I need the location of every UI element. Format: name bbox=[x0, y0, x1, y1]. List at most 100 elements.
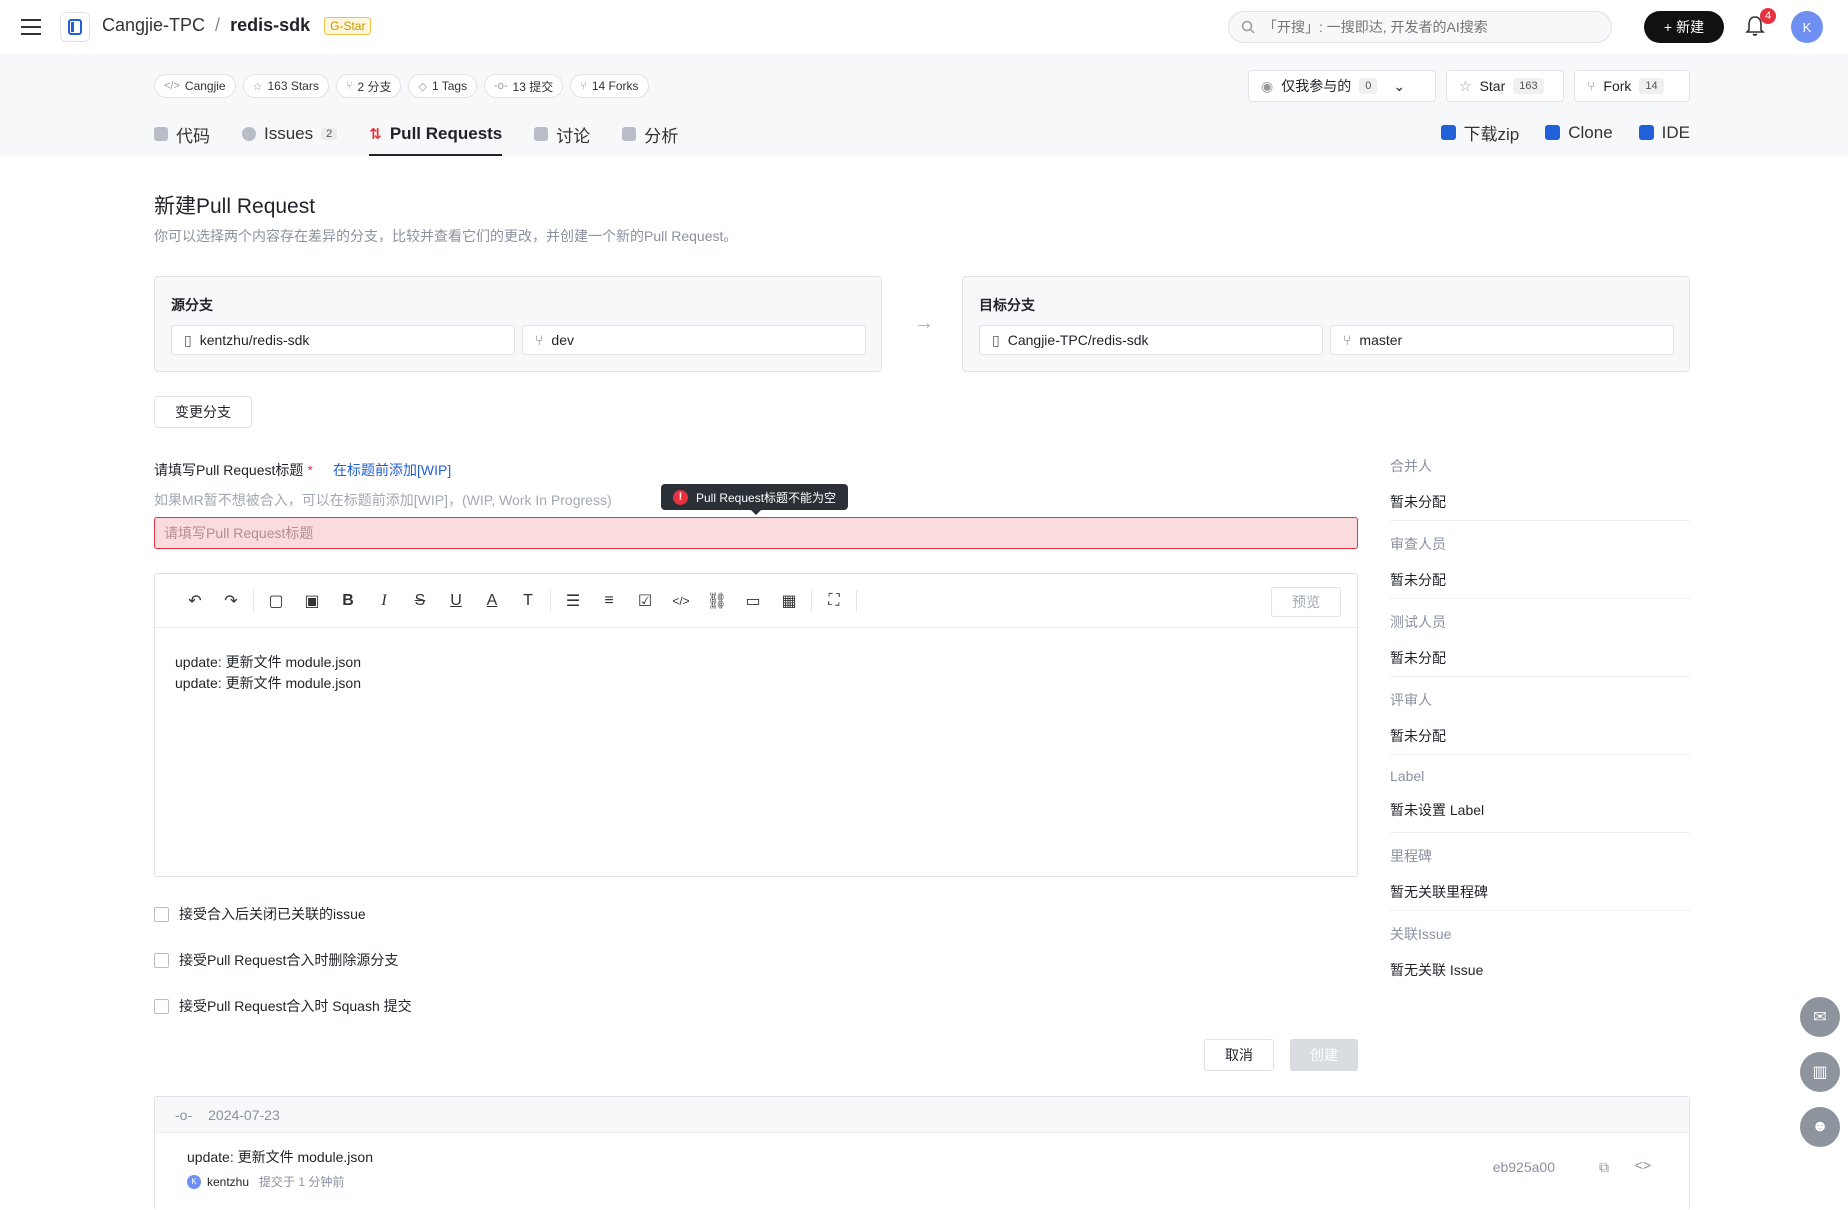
fork-button[interactable]: ⑂ Fork 14 bbox=[1574, 70, 1690, 102]
star-button[interactable]: ☆ Star 163 bbox=[1446, 70, 1564, 102]
checkbox[interactable] bbox=[154, 952, 169, 968]
source-repo-select[interactable]: ▯ kentzhu/redis-sdk bbox=[171, 325, 515, 355]
bullet-list-icon[interactable]: ☰ bbox=[555, 586, 591, 616]
cancel-button[interactable]: 取消 bbox=[1204, 1039, 1274, 1071]
sidebar-divider bbox=[1390, 520, 1690, 521]
clone-label: Clone bbox=[1568, 122, 1613, 142]
sidebar-merger[interactable]: 合并人 暂未分配 bbox=[1390, 456, 1690, 512]
image-icon[interactable]: ▭ bbox=[735, 586, 771, 616]
ide-button[interactable]: IDE bbox=[1638, 120, 1690, 145]
tab-code[interactable]: 代码 bbox=[154, 112, 210, 156]
sidebar-milestone[interactable]: 里程碑 暂无关联里程碑 bbox=[1390, 846, 1690, 902]
numbered-list-icon[interactable]: ≡ bbox=[591, 586, 627, 616]
pr-title-input[interactable] bbox=[154, 517, 1358, 549]
chip-label: 1 Tags bbox=[431, 79, 468, 93]
source-branch-select[interactable]: ⑂ dev bbox=[522, 325, 866, 355]
description-editor[interactable]: ↶ ↷ ▢ ▣ B I S U A T ☰ ≡ ☑ </> ⛓ ▭ ▦ ⛶ 预览… bbox=[154, 573, 1358, 877]
terminal-icon bbox=[1545, 125, 1561, 140]
watch-count: 0 bbox=[1359, 78, 1378, 94]
checkbox[interactable] bbox=[154, 998, 169, 1014]
breadcrumb-owner[interactable]: Cangjie-TPC bbox=[102, 15, 205, 36]
chip-stars[interactable]: ☆ 163 Stars bbox=[242, 74, 329, 98]
tab-label: 讨论 bbox=[556, 126, 591, 146]
toolbar-divider bbox=[253, 589, 254, 612]
sidebar-linked-issue[interactable]: 关联Issue 暂无关联 Issue bbox=[1390, 924, 1690, 980]
insert-template-icon[interactable]: ▢ bbox=[258, 586, 294, 616]
search-input[interactable] bbox=[1263, 19, 1593, 35]
download-zip-button[interactable]: 下载zip bbox=[1440, 120, 1519, 145]
link-icon[interactable]: ⛓ bbox=[699, 586, 735, 616]
sidebar-value: 暂无关联 Issue bbox=[1390, 962, 1484, 978]
tab-pull-requests[interactable]: ⇅ Pull Requests bbox=[369, 112, 503, 156]
assistant-icon[interactable]: ☻ bbox=[1800, 1107, 1840, 1147]
target-branch-select[interactable]: ⑂ master bbox=[1330, 325, 1674, 355]
gstar-badge[interactable]: G-Star bbox=[324, 16, 372, 35]
copy-icon[interactable]: ⧉ bbox=[1599, 1159, 1609, 1176]
fork-label: Fork bbox=[1603, 78, 1632, 94]
mail-icon[interactable]: ✉ bbox=[1800, 997, 1840, 1037]
option-delete-source-branch[interactable]: 接受Pull Request合入时删除源分支 bbox=[154, 950, 398, 970]
code-icon[interactable]: </> bbox=[663, 586, 699, 616]
breadcrumb-repo[interactable]: redis-sdk bbox=[230, 15, 310, 36]
option-close-issue[interactable]: 接受合入后关闭已关联的issue bbox=[154, 904, 366, 924]
preview-button[interactable]: 预览 bbox=[1271, 587, 1341, 617]
chip-branches[interactable]: ⑂ 2 分支 bbox=[335, 74, 402, 98]
toolbar-divider bbox=[856, 589, 857, 612]
chip-label: Cangjie bbox=[184, 79, 226, 93]
fullscreen-icon[interactable]: ⛶ bbox=[816, 586, 852, 616]
sidebar-value: 暂未分配 bbox=[1390, 494, 1446, 510]
user-avatar[interactable]: K bbox=[1791, 11, 1823, 43]
chart-icon bbox=[622, 127, 637, 141]
undo-icon[interactable]: ↶ bbox=[177, 586, 213, 616]
watch-button[interactable]: ◉ 仅我参与的 0 ⌄ bbox=[1248, 70, 1436, 102]
source-branch-panel: 源分支 ▯ kentzhu/redis-sdk ⑂ dev bbox=[154, 276, 882, 372]
tab-issues[interactable]: Issues 2 bbox=[242, 112, 338, 156]
sidebar-testers[interactable]: 测试人员 暂未分配 bbox=[1390, 612, 1690, 668]
add-wip-link[interactable]: 在标题前添加[WIP] bbox=[333, 460, 451, 480]
create-button[interactable]: 创建 bbox=[1290, 1039, 1358, 1071]
option-squash[interactable]: 接受Pull Request合入时 Squash 提交 bbox=[154, 996, 412, 1016]
code-icon bbox=[154, 127, 168, 141]
hamburger-menu-icon[interactable] bbox=[20, 16, 42, 38]
checkbox[interactable] bbox=[154, 906, 169, 922]
building-icon[interactable]: ▥ bbox=[1800, 1052, 1840, 1092]
commit-author[interactable]: kentzhu bbox=[207, 1175, 249, 1189]
browse-code-icon[interactable]: <> bbox=[1635, 1157, 1651, 1173]
tag-icon: ◇ bbox=[418, 80, 427, 93]
strikethrough-icon[interactable]: S bbox=[402, 586, 438, 616]
chip-tags[interactable]: ◇ 1 Tags bbox=[408, 74, 478, 98]
font-color-icon[interactable]: A bbox=[474, 586, 510, 616]
new-button[interactable]: + 新建 bbox=[1644, 11, 1724, 43]
bold-icon[interactable]: B bbox=[330, 586, 366, 616]
chip-forks[interactable]: ⑂ 14 Forks bbox=[570, 74, 649, 98]
insert-block-icon[interactable]: ▣ bbox=[294, 586, 330, 616]
global-search[interactable] bbox=[1228, 11, 1612, 43]
commit-icon: -o- bbox=[175, 1106, 193, 1123]
redo-icon[interactable]: ↷ bbox=[213, 586, 249, 616]
target-repo-select[interactable]: ▯ Cangjie-TPC/redis-sdk bbox=[979, 325, 1323, 355]
sidebar-reviewers[interactable]: 审查人员 暂未分配 bbox=[1390, 534, 1690, 590]
commit-date-header: -o- 2024-07-23 bbox=[155, 1097, 1689, 1133]
task-list-icon[interactable]: ☑ bbox=[627, 586, 663, 616]
commit-message[interactable]: update: 更新文件 module.json bbox=[187, 1147, 373, 1167]
sidebar-labels[interactable]: Label 暂未设置 Label bbox=[1390, 768, 1690, 820]
table-icon[interactable]: ▦ bbox=[771, 586, 807, 616]
sidebar-label: 里程碑 bbox=[1390, 848, 1432, 864]
underline-icon[interactable]: U bbox=[438, 586, 474, 616]
repo-logo-icon[interactable] bbox=[60, 12, 90, 42]
sidebar-approvers[interactable]: 评审人 暂未分配 bbox=[1390, 690, 1690, 746]
italic-icon[interactable]: I bbox=[366, 586, 402, 616]
chip-language[interactable]: </> Cangjie bbox=[154, 74, 236, 98]
new-button-label: 新建 bbox=[1676, 19, 1705, 35]
tab-analytics[interactable]: 分析 bbox=[622, 112, 678, 156]
clone-button[interactable]: Clone bbox=[1545, 120, 1613, 145]
chip-commits[interactable]: -o- 13 提交 bbox=[484, 74, 564, 98]
editor-content[interactable]: update: 更新文件 module.json update: 更新文件 mo… bbox=[175, 652, 361, 694]
fork-count: 14 bbox=[1639, 78, 1664, 94]
commit-hash[interactable]: eb925a00 bbox=[1493, 1159, 1555, 1175]
tab-discussions[interactable]: 讨论 bbox=[534, 112, 590, 156]
breadcrumb: Cangjie-TPC / redis-sdk G-Star bbox=[102, 15, 372, 36]
font-size-icon[interactable]: T bbox=[510, 586, 546, 616]
change-branch-button[interactable]: 变更分支 bbox=[154, 396, 252, 428]
commit-meta: K kentzhu 提交于 1 分钟前 bbox=[187, 1173, 344, 1190]
